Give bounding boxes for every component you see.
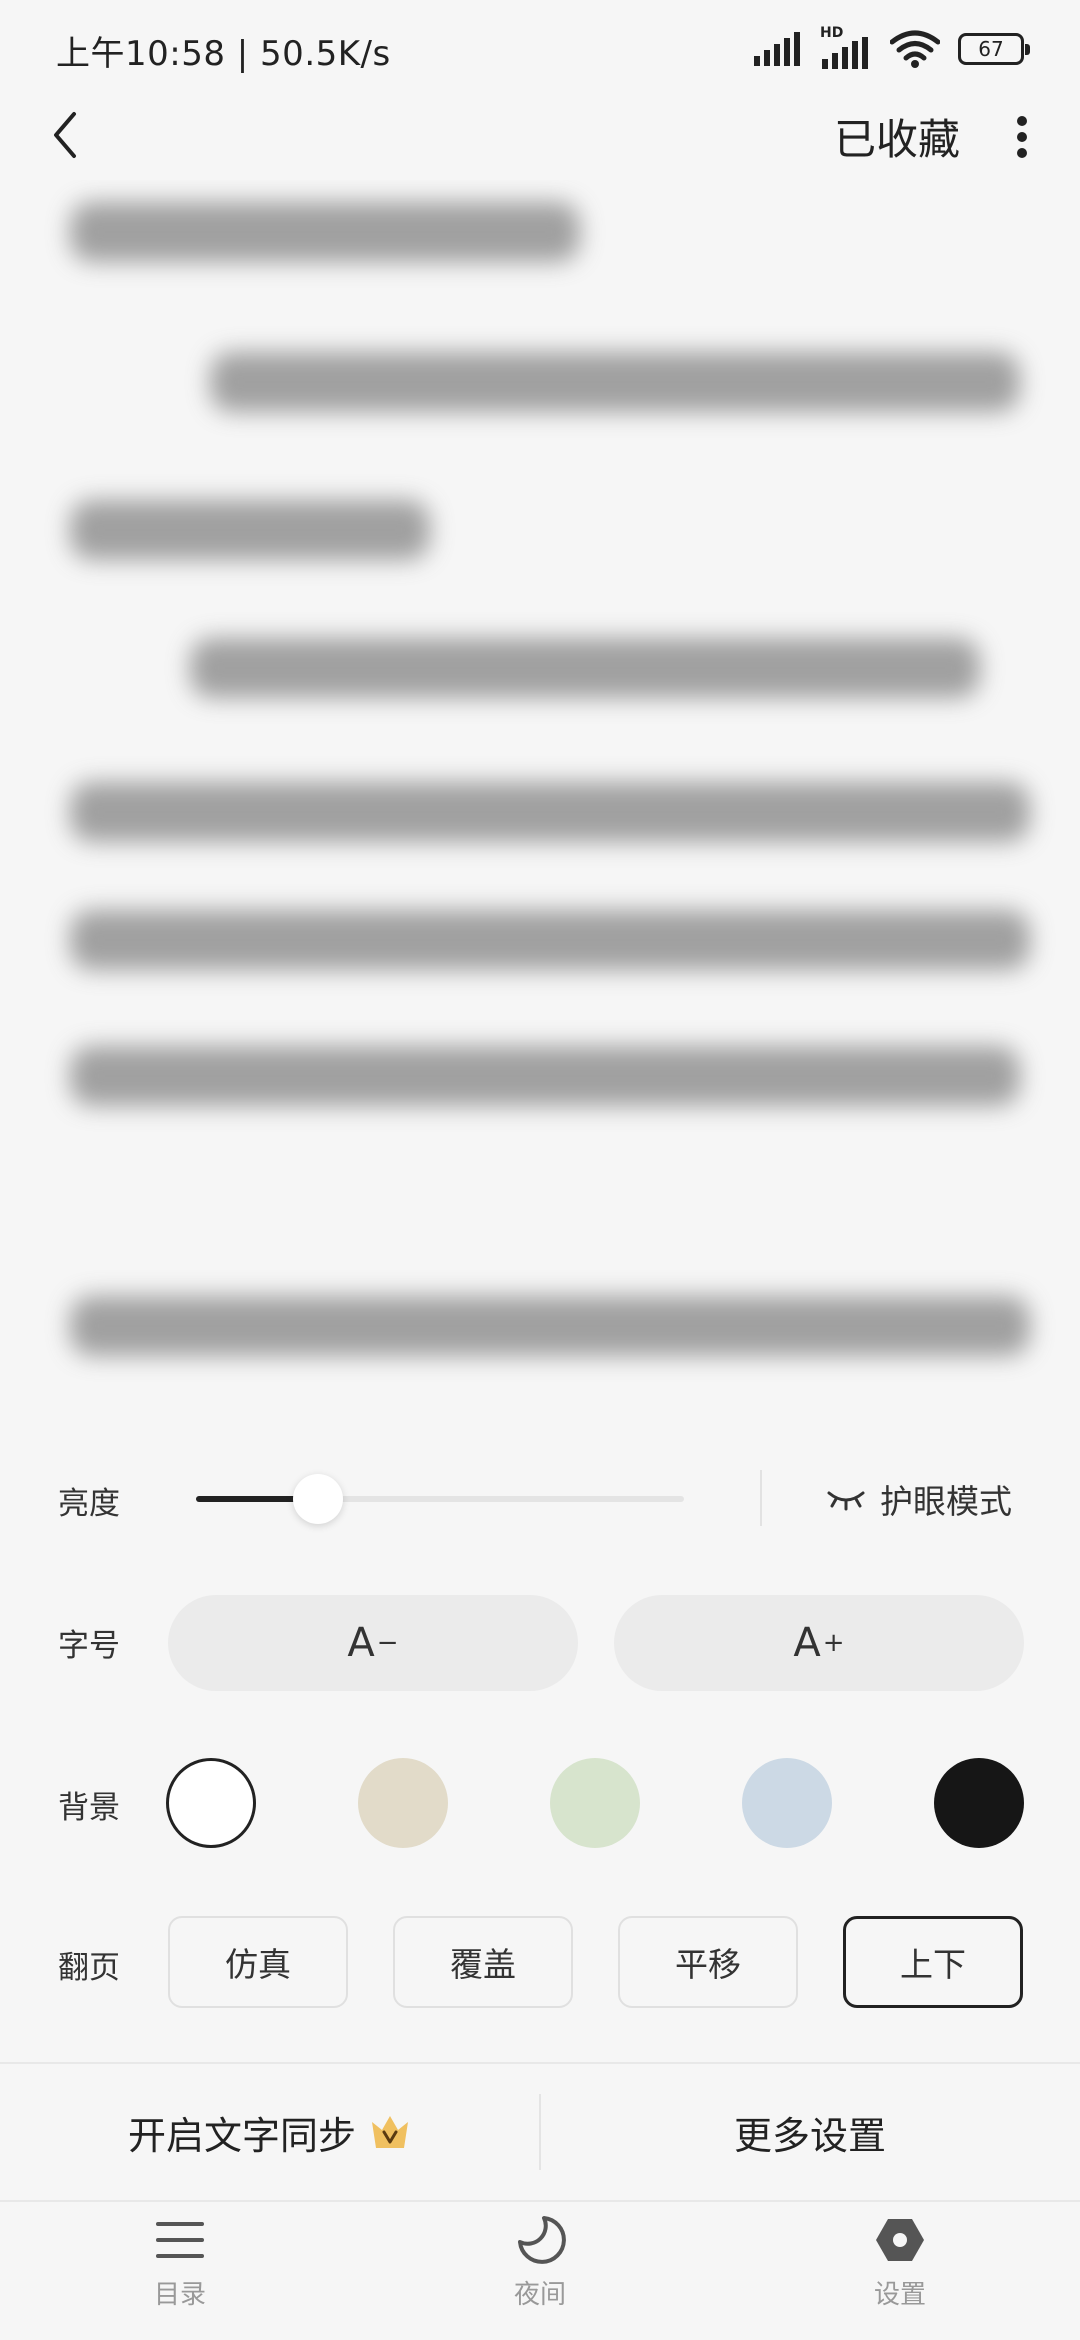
font-size-label: 字号 (58, 1628, 120, 1664)
background-swatch-white[interactable] (166, 1758, 256, 1848)
wifi-icon (890, 30, 940, 68)
font-increase-letter: A (793, 1620, 821, 1666)
background-swatch-green[interactable] (550, 1758, 640, 1848)
more-settings-button[interactable]: 更多设置 (540, 2064, 1080, 2200)
eye-closed-icon (827, 1491, 865, 1511)
blurred-text-line (70, 500, 430, 560)
font-decrease-button[interactable]: A − (168, 1595, 578, 1691)
tab-catalog[interactable]: 目录 (80, 2214, 280, 2334)
blurred-text-line (190, 638, 980, 698)
hd-signal-icon: HD (820, 25, 872, 69)
flip-mode-slide-button[interactable]: 平移 (618, 1916, 798, 2008)
status-icons: HD 67 (754, 24, 1030, 74)
text-sync-label: 开启文字同步 (127, 2113, 356, 2158)
list-icon (156, 2222, 204, 2258)
status-bar: 上午10:58 | 50.5K/s HD 67 (0, 0, 1080, 96)
blurred-text-line (70, 1046, 1020, 1106)
background-swatch-beige[interactable] (358, 1758, 448, 1848)
background-swatch-black[interactable] (934, 1758, 1024, 1848)
flip-mode-cover-button[interactable]: 覆盖 (393, 1916, 573, 2008)
tab-settings-label: 设置 (873, 2280, 926, 2310)
action-row: 开启文字同步 更多设置 (0, 2062, 1080, 2202)
blurred-text-line (210, 352, 1020, 412)
top-nav: 已收藏 (0, 96, 1080, 176)
tab-night-mode[interactable]: 夜间 (440, 2214, 640, 2334)
tab-night-mode-label: 夜间 (513, 2280, 566, 2310)
blurred-text-line (70, 910, 1030, 970)
font-increase-sign: + (822, 1628, 845, 1658)
font-decrease-sign: − (376, 1628, 399, 1658)
eye-mode-label: 护眼模式 (880, 1482, 1012, 1521)
reading-content-blurred (0, 180, 1080, 1410)
blurred-text-line (70, 1296, 1030, 1356)
settings-hex-icon (876, 2219, 924, 2261)
page-flip-label: 翻页 (58, 1950, 120, 1986)
back-arrow-icon (54, 112, 76, 158)
vip-crown-icon (372, 2116, 408, 2148)
moon-icon (518, 2216, 566, 2264)
signal-icon (754, 32, 800, 66)
font-decrease-letter: A (347, 1620, 375, 1666)
flip-mode-scroll-button[interactable]: 上下 (843, 1916, 1023, 2008)
tab-catalog-label: 目录 (153, 2280, 206, 2310)
collected-button[interactable]: 已收藏 (834, 106, 960, 167)
background-label: 背景 (58, 1790, 120, 1826)
blurred-text-line (70, 782, 1030, 842)
brightness-slider-thumb[interactable] (293, 1474, 343, 1524)
back-button[interactable] (30, 100, 100, 170)
more-vertical-icon (1017, 116, 1027, 158)
bottom-tab-bar: 目录 夜间 设置 (0, 2204, 1080, 2340)
background-swatch-blue[interactable] (742, 1758, 832, 1848)
eye-protection-toggle[interactable]: 护眼模式 (826, 1474, 1012, 1524)
tab-settings[interactable]: 设置 (800, 2214, 1000, 2334)
brightness-slider[interactable] (196, 1474, 684, 1524)
battery-indicator: 67 (958, 33, 1030, 65)
more-options-button[interactable] (992, 102, 1052, 172)
text-sync-button[interactable]: 开启文字同步 (0, 2064, 540, 2200)
blurred-text-line (70, 202, 580, 262)
flip-mode-simulation-button[interactable]: 仿真 (168, 1916, 348, 2008)
brightness-label: 亮度 (58, 1486, 120, 1522)
settings-panel: 亮度 护眼模式 字号 A − A + 背景 翻页 仿真 覆盖 平移 上下 (0, 1430, 1080, 2060)
font-increase-button[interactable]: A + (614, 1595, 1024, 1691)
status-time-speed: 上午10:58 | 50.5K/s (56, 34, 391, 74)
more-settings-label: 更多设置 (733, 2113, 886, 2158)
reader-screen: 上午10:58 | 50.5K/s HD 67 已收藏 亮度 护眼模式 字号 A… (0, 0, 1080, 2340)
divider (760, 1470, 762, 1526)
